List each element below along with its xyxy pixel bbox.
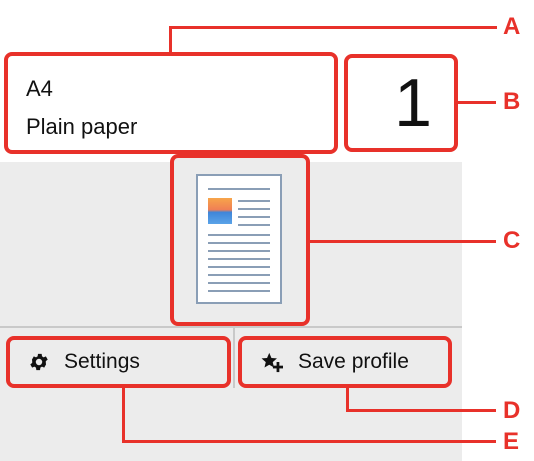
copies-count: 1 bbox=[394, 65, 432, 141]
callout-b-line bbox=[458, 101, 496, 104]
copies-area[interactable]: 1 bbox=[344, 54, 458, 152]
callout-c-line bbox=[310, 240, 496, 243]
callout-b: B bbox=[503, 88, 521, 115]
star-plus-icon bbox=[261, 352, 283, 373]
callout-e-line-h bbox=[122, 440, 496, 443]
callout-e: E bbox=[503, 428, 520, 455]
callout-c: C bbox=[503, 227, 521, 254]
paper-type-text: Plain paper bbox=[26, 114, 138, 139]
save-profile-label: Save profile bbox=[298, 350, 409, 373]
divider-vertical bbox=[233, 328, 235, 388]
gear-icon bbox=[30, 353, 48, 371]
divider-horizontal bbox=[0, 326, 462, 328]
document-preview-icon bbox=[196, 174, 282, 304]
callout-a-line-h bbox=[169, 26, 497, 29]
paper-settings-area[interactable]: A4 Plain paper bbox=[4, 52, 338, 154]
callout-d-line-h bbox=[346, 409, 496, 412]
callout-a-line-v bbox=[169, 26, 172, 52]
save-profile-button[interactable]: Save profile bbox=[238, 336, 452, 388]
callout-e-line-v bbox=[122, 388, 125, 443]
printer-screen: A4 Plain paper 1 Settings Save profile bbox=[0, 0, 462, 461]
settings-label: Settings bbox=[64, 350, 140, 373]
preview-area[interactable] bbox=[170, 154, 310, 326]
callout-a: A bbox=[503, 13, 521, 40]
settings-button[interactable]: Settings bbox=[6, 336, 231, 388]
callout-d: D bbox=[503, 397, 521, 424]
paper-size-text: A4 bbox=[26, 76, 53, 101]
